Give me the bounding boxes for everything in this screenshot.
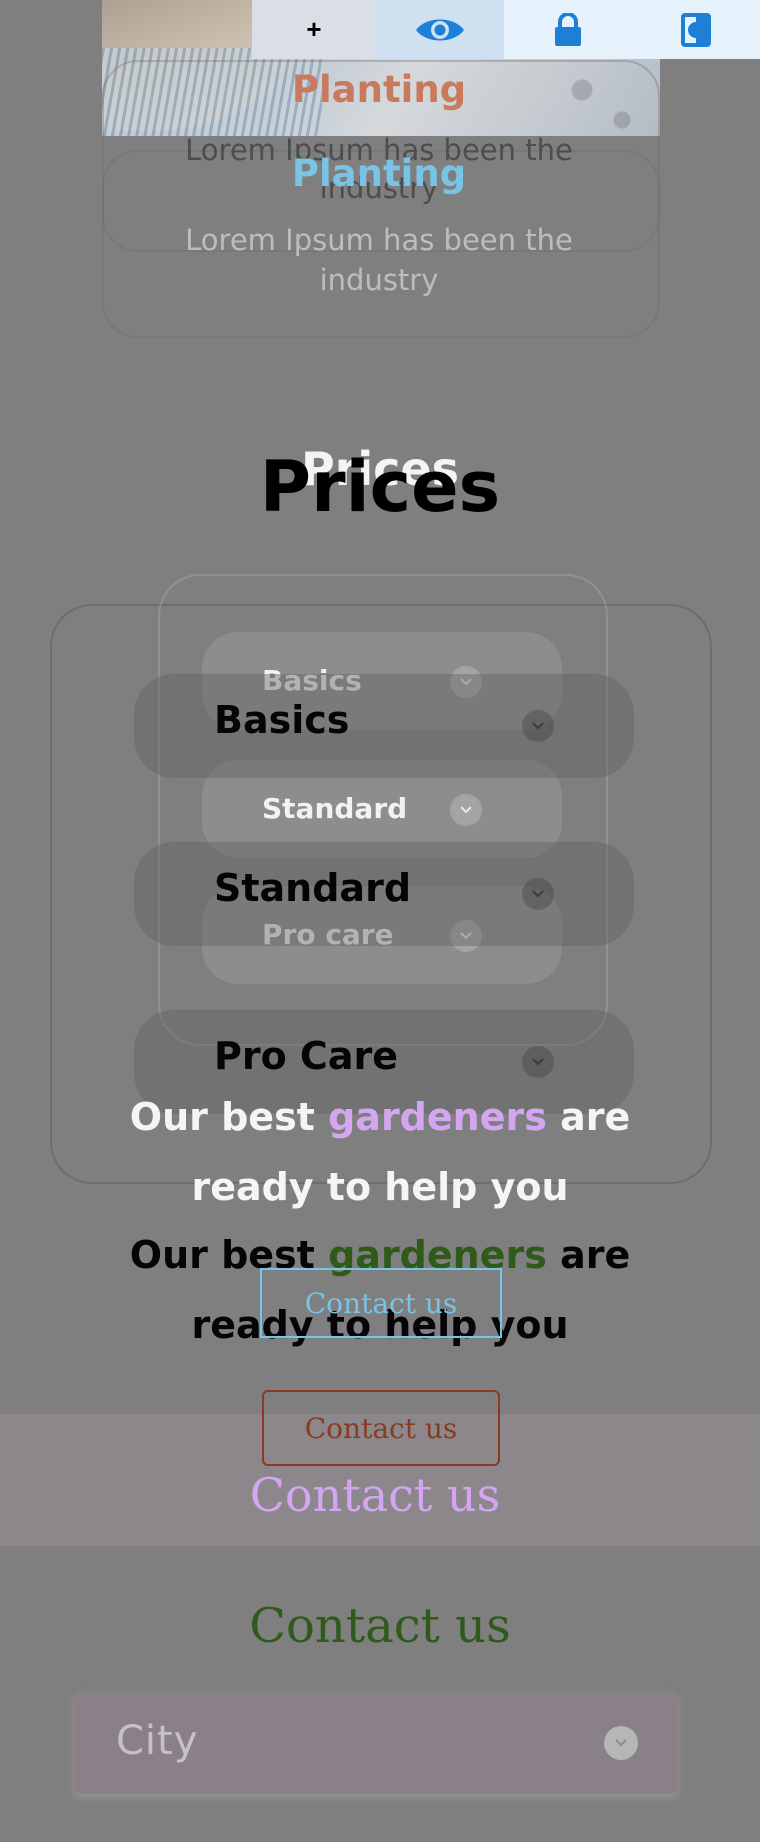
ghost-item-label: Standard — [262, 792, 408, 825]
lock-icon — [555, 12, 581, 46]
help-heading-overlay-line1: Our best gardeners are — [129, 1095, 631, 1139]
highlight-word: gardeners — [328, 1095, 547, 1139]
card-title-overlay: Planting — [291, 152, 467, 195]
contrast-button[interactable] — [632, 0, 760, 59]
visibility-button[interactable] — [376, 0, 504, 59]
accordion-item-label: Basics — [214, 698, 350, 742]
accordion-item-label: Pro Care — [214, 1034, 398, 1078]
contact-button[interactable]: Contact us — [262, 1390, 500, 1466]
chevron-down-icon — [522, 710, 554, 742]
help-heading-overlay-line2: ready to help you — [191, 1165, 569, 1209]
card-title: Planting — [291, 68, 467, 111]
lock-button[interactable] — [504, 0, 632, 59]
eye-icon — [416, 19, 464, 40]
accordion-item-label: Standard — [214, 866, 412, 910]
plus-icon: + — [306, 14, 322, 44]
card-text-line2-overlay: industry — [319, 263, 439, 297]
contact-heading-overlay: Contact us — [249, 1468, 501, 1522]
city-select[interactable]: City — [74, 1692, 678, 1794]
chevron-down-icon — [450, 794, 482, 826]
accessibility-toolbar: + — [252, 0, 760, 59]
chevron-down-icon — [522, 1046, 554, 1078]
accordion-item-standard[interactable]: Standard — [134, 842, 634, 946]
chevron-down-icon — [604, 1726, 638, 1760]
prices-title: Prices — [259, 446, 501, 528]
city-select-placeholder: City — [116, 1718, 199, 1764]
zoom-in-button[interactable]: + — [252, 0, 376, 59]
contact-heading: Contact us — [249, 1598, 511, 1654]
accordion-item-basics[interactable]: Basics — [134, 674, 634, 778]
card-text-line1-overlay: Lorem Ipsum has been the — [185, 223, 573, 257]
contrast-icon — [681, 12, 711, 47]
chevron-down-icon — [522, 878, 554, 910]
contact-button-overlay[interactable]: Contact us — [260, 1268, 502, 1338]
